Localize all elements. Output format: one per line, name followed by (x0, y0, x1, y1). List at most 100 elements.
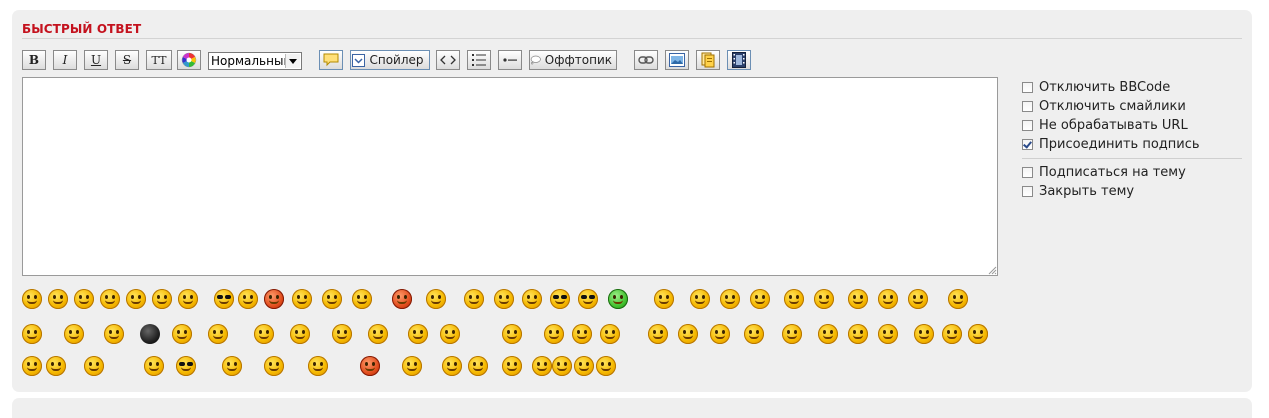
smiley-icon[interactable] (74, 289, 94, 309)
video-button[interactable] (727, 50, 751, 70)
smiley-icon[interactable] (532, 356, 552, 376)
smiley-icon[interactable] (818, 324, 838, 344)
smiley-icon[interactable] (48, 289, 68, 309)
smiley-icon[interactable] (332, 324, 352, 344)
smiley-icon[interactable] (502, 324, 522, 344)
smiley-icon[interactable] (784, 289, 804, 309)
smiley-icon[interactable] (172, 324, 192, 344)
smiley-icon[interactable] (878, 324, 898, 344)
strike-button[interactable]: S (115, 50, 139, 70)
smiley-icon[interactable] (408, 324, 428, 344)
smiley-icon[interactable] (552, 356, 572, 376)
smiley-icon[interactable] (140, 324, 160, 344)
smiley-icon[interactable] (942, 324, 962, 344)
smiley-icon[interactable] (214, 289, 234, 309)
smiley-icon[interactable] (322, 289, 342, 309)
smiley-icon[interactable] (914, 324, 934, 344)
attach-signature-checkbox[interactable] (1022, 139, 1033, 150)
smiley-icon[interactable] (222, 356, 242, 376)
smiley-icon[interactable] (848, 289, 868, 309)
smiley-icon[interactable] (948, 289, 968, 309)
smiley-icon[interactable] (100, 289, 120, 309)
smiley-icon[interactable] (608, 289, 628, 309)
smiley-icon[interactable] (782, 324, 802, 344)
smiley-icon[interactable] (494, 289, 514, 309)
option-no-url-parse[interactable]: Не обрабатывать URL (1022, 116, 1242, 135)
smiley-icon[interactable] (392, 289, 412, 309)
smiley-icon[interactable] (308, 356, 328, 376)
smiley-icon[interactable] (750, 289, 770, 309)
lock-topic-checkbox[interactable] (1022, 186, 1033, 197)
smiley-icon[interactable] (360, 356, 380, 376)
smiley-icon[interactable] (720, 289, 740, 309)
option-disable-smilies[interactable]: Отключить смайлики (1022, 97, 1242, 116)
smiley-icon[interactable] (574, 356, 594, 376)
smiley-icon[interactable] (502, 356, 522, 376)
smiley-icon[interactable] (578, 289, 598, 309)
smiley-icon[interactable] (908, 289, 928, 309)
image-button[interactable] (665, 50, 689, 70)
option-disable-bbcode[interactable]: Отключить BBCode (1022, 78, 1242, 97)
typewriter-button[interactable]: TT (146, 50, 172, 70)
smiley-icon[interactable] (292, 289, 312, 309)
italic-button[interactable]: I (53, 50, 77, 70)
smiley-icon[interactable] (848, 324, 868, 344)
smiley-icon[interactable] (144, 356, 164, 376)
smiley-icon[interactable] (690, 289, 710, 309)
smiley-icon[interactable] (104, 324, 124, 344)
smiley-icon[interactable] (522, 289, 542, 309)
smiley-icon[interactable] (178, 289, 198, 309)
upload-button[interactable] (696, 50, 720, 70)
smiley-icon[interactable] (440, 324, 460, 344)
smiley-icon[interactable] (238, 289, 258, 309)
smiley-icon[interactable] (208, 324, 228, 344)
font-size-select[interactable]: Нормальный (208, 52, 302, 70)
smiley-icon[interactable] (744, 324, 764, 344)
smiley-icon[interactable] (550, 289, 570, 309)
bold-button[interactable]: B (22, 50, 46, 70)
smiley-icon[interactable] (442, 356, 462, 376)
smiley-icon[interactable] (22, 289, 42, 309)
resize-grip-icon[interactable] (986, 264, 997, 275)
smiley-icon[interactable] (572, 324, 592, 344)
smiley-icon[interactable] (22, 356, 42, 376)
smiley-icon[interactable] (878, 289, 898, 309)
smiley-icon[interactable] (176, 356, 196, 376)
smiley-icon[interactable] (402, 356, 422, 376)
smiley-icon[interactable] (352, 289, 372, 309)
smiley-icon[interactable] (84, 356, 104, 376)
option-subscribe-topic[interactable]: Подписаться на тему (1022, 163, 1242, 182)
smiley-icon[interactable] (464, 289, 484, 309)
smiley-icon[interactable] (648, 324, 668, 344)
smiley-icon[interactable] (46, 356, 66, 376)
option-attach-signature[interactable]: Присоединить подпись (1022, 135, 1242, 154)
link-button[interactable] (634, 50, 658, 70)
smiley-icon[interactable] (368, 324, 388, 344)
disable-bbcode-checkbox[interactable] (1022, 82, 1033, 93)
smiley-icon[interactable] (544, 324, 564, 344)
list-item-button[interactable] (498, 50, 522, 70)
option-lock-topic[interactable]: Закрыть тему (1022, 182, 1242, 201)
subscribe-topic-checkbox[interactable] (1022, 167, 1033, 178)
smiley-icon[interactable] (126, 289, 146, 309)
smiley-icon[interactable] (596, 356, 616, 376)
smiley-icon[interactable] (290, 324, 310, 344)
smiley-icon[interactable] (264, 356, 284, 376)
message-textarea[interactable] (22, 77, 998, 276)
smiley-icon[interactable] (814, 289, 834, 309)
underline-button[interactable]: U (84, 50, 108, 70)
quote-button[interactable] (319, 50, 343, 70)
no-url-parse-checkbox[interactable] (1022, 120, 1033, 131)
smiley-icon[interactable] (710, 324, 730, 344)
smiley-icon[interactable] (968, 324, 988, 344)
smiley-icon[interactable] (264, 289, 284, 309)
list-button[interactable] (467, 50, 491, 70)
code-button[interactable] (436, 50, 460, 70)
smiley-icon[interactable] (678, 324, 698, 344)
smiley-icon[interactable] (600, 324, 620, 344)
smiley-icon[interactable] (468, 356, 488, 376)
smiley-icon[interactable] (22, 324, 42, 344)
spoiler-button[interactable]: Спойлер (350, 50, 430, 70)
smiley-icon[interactable] (426, 289, 446, 309)
smiley-icon[interactable] (254, 324, 274, 344)
